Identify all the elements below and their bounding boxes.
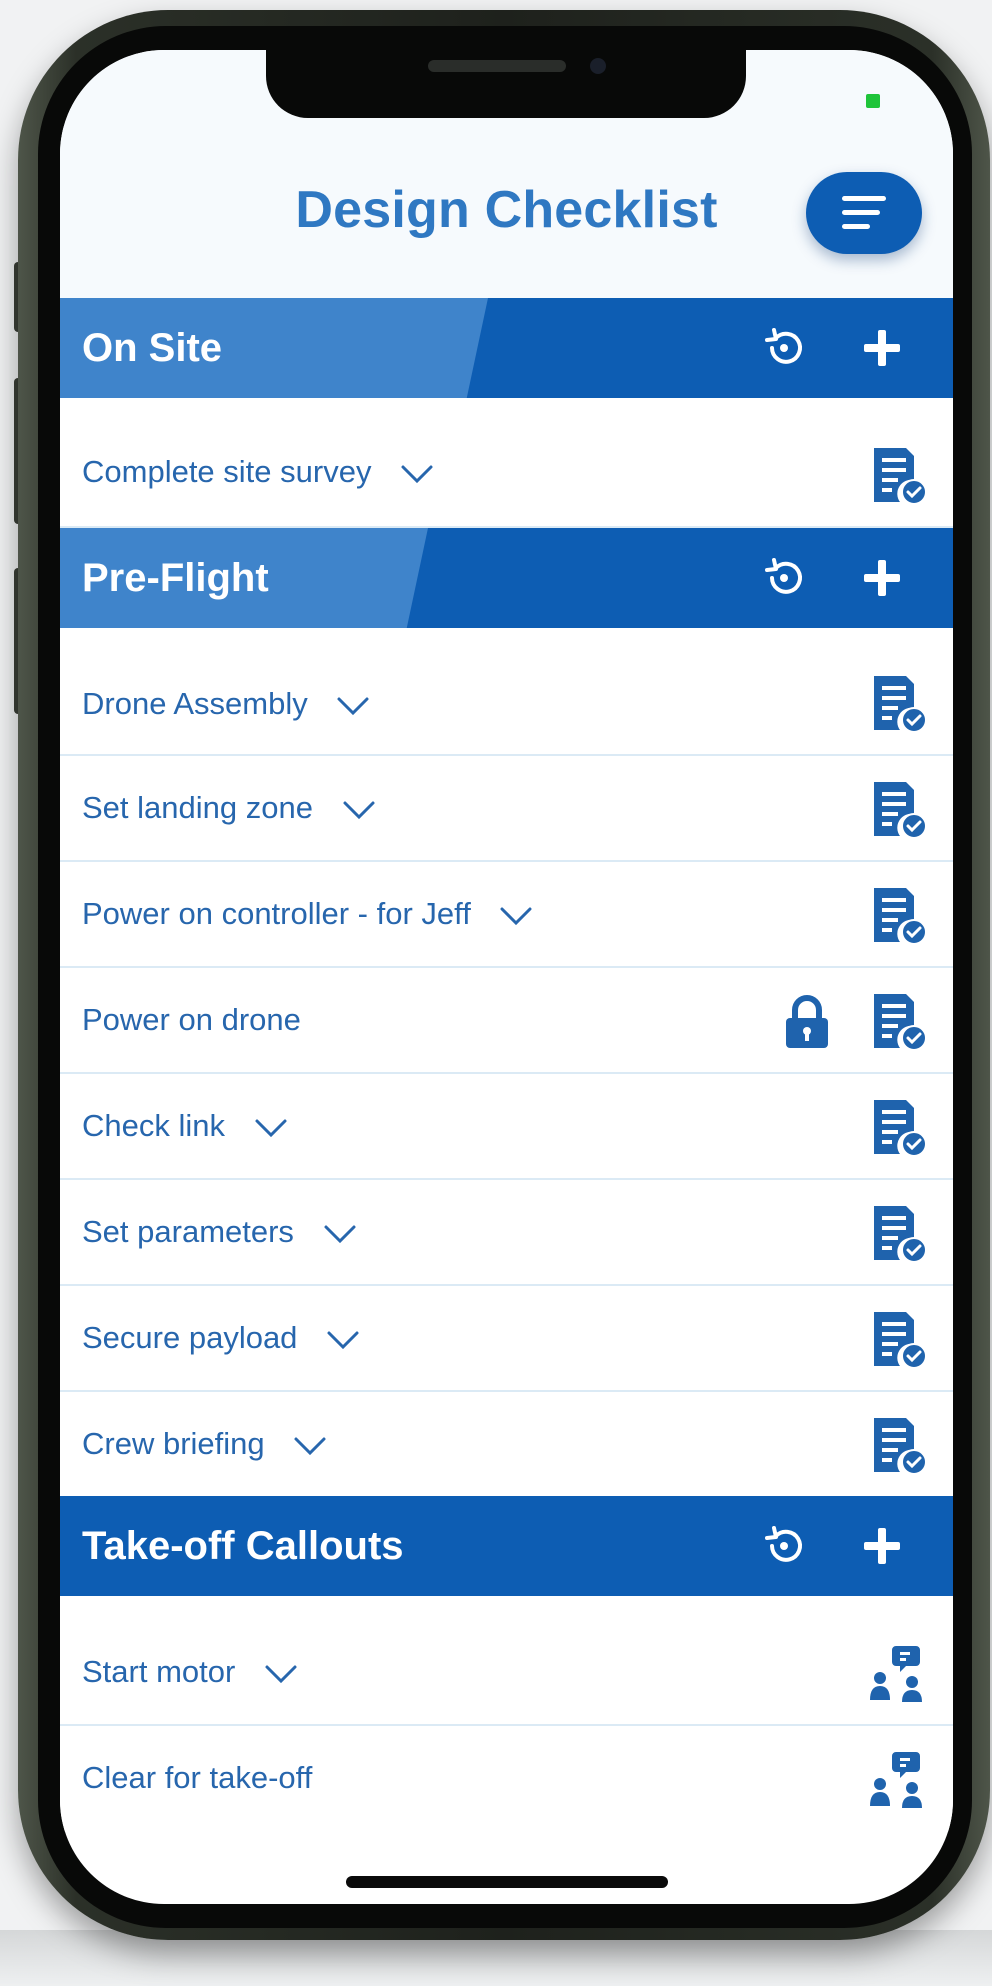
checklist-item-secure-payload[interactable]: Secure payload: [60, 1286, 953, 1392]
reset-history-icon[interactable]: [762, 556, 806, 600]
checklist-item-power-on-controller[interactable]: Power on controller - for Jeff: [60, 862, 953, 968]
app-screen: Design Checklist On Site Complete site s…: [60, 50, 953, 1904]
section-header-pre-flight: Pre-Flight: [60, 528, 953, 628]
item-label: Check link: [82, 1108, 225, 1143]
item-label: Clear for take-off: [82, 1760, 313, 1795]
notch: [266, 50, 746, 118]
add-icon[interactable]: [860, 1524, 904, 1568]
checklist-icon[interactable]: [866, 672, 928, 734]
checklist-item-set-parameters[interactable]: Set parameters: [60, 1180, 953, 1286]
item-label: Set parameters: [82, 1214, 294, 1249]
section-title: On Site: [82, 326, 223, 370]
callout-item-clear-for-take-off[interactable]: Clear for take-off: [60, 1726, 953, 1832]
reset-history-icon[interactable]: [762, 1524, 806, 1568]
item-label: Set landing zone: [82, 790, 313, 825]
chevron-down-icon[interactable]: [400, 464, 434, 484]
checklist-icon[interactable]: [866, 884, 928, 946]
checklist-icon[interactable]: [866, 778, 928, 840]
checklist-item-power-on-drone[interactable]: Power on drone: [60, 968, 953, 1074]
checklist-item-complete-site-survey[interactable]: Complete site survey: [60, 422, 953, 528]
chevron-down-icon[interactable]: [326, 1330, 360, 1350]
chevron-down-icon[interactable]: [293, 1436, 327, 1456]
chevron-down-icon[interactable]: [342, 800, 376, 820]
checklist-icon[interactable]: [866, 1308, 928, 1370]
chevron-down-icon[interactable]: [499, 906, 533, 926]
callout-item-start-motor[interactable]: Start motor: [60, 1620, 953, 1726]
section-title: Take-off Callouts: [82, 1524, 404, 1568]
chevron-down-icon[interactable]: [336, 696, 370, 716]
battery-icon: [866, 94, 880, 108]
checklist-item-check-link[interactable]: Check link: [60, 1074, 953, 1180]
item-label: Power on drone: [82, 1002, 301, 1037]
checklist-icon[interactable]: [866, 1414, 928, 1476]
home-indicator[interactable]: [346, 1876, 668, 1888]
crew-callout-icon[interactable]: [866, 1642, 928, 1704]
chevron-down-icon[interactable]: [264, 1664, 298, 1684]
add-icon[interactable]: [860, 556, 904, 600]
item-label: Power on controller - for Jeff: [82, 896, 471, 931]
item-label: Drone Assembly: [82, 686, 308, 721]
checklist-icon[interactable]: [866, 1202, 928, 1264]
hamburger-menu-icon: [842, 196, 886, 229]
lock-icon[interactable]: [782, 994, 832, 1050]
item-label: Secure payload: [82, 1320, 298, 1355]
item-label: Start motor: [82, 1654, 236, 1689]
section-header-on-site: On Site: [60, 298, 953, 398]
checklist-icon[interactable]: [866, 990, 928, 1052]
item-label: Crew briefing: [82, 1426, 265, 1461]
checklist-item-drone-assembly[interactable]: Drone Assembly: [60, 652, 953, 756]
section-title: Pre-Flight: [82, 556, 269, 600]
menu-button[interactable]: [806, 172, 922, 254]
checklist-icon[interactable]: [866, 444, 928, 506]
section-header-take-off-callouts: Take-off Callouts: [60, 1496, 953, 1596]
crew-callout-icon[interactable]: [866, 1748, 928, 1810]
front-camera: [590, 58, 606, 74]
speaker-grille: [428, 60, 566, 72]
checklist-icon[interactable]: [866, 1096, 928, 1158]
chevron-down-icon[interactable]: [254, 1118, 288, 1138]
checklist-item-set-landing-zone[interactable]: Set landing zone: [60, 756, 953, 862]
checklist-item-crew-briefing[interactable]: Crew briefing: [60, 1392, 953, 1496]
item-label: Complete site survey: [82, 454, 372, 489]
reset-history-icon[interactable]: [762, 326, 806, 370]
add-icon[interactable]: [860, 326, 904, 370]
chevron-down-icon[interactable]: [323, 1224, 357, 1244]
